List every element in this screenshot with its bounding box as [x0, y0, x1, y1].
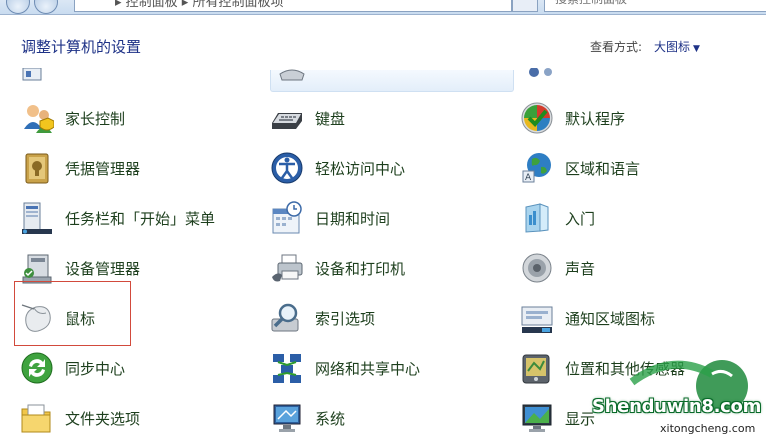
address-bar[interactable]: ▸ 控制面板 ▸ 所有控制面板项 — [74, 0, 512, 12]
item-label: 家长控制 — [65, 110, 126, 128]
item-label: 键盘 — [315, 110, 346, 128]
getting-started-icon — [525, 203, 549, 233]
cp-item-taskbar-start-menu[interactable]: 任务栏和「开始」菜单 — [20, 198, 256, 238]
item-label: 凭据管理器 — [65, 160, 141, 178]
watermark-text: Shenduwin8.com — [592, 396, 762, 417]
navigation-bar: ▸ 控制面板 ▸ 所有控制面板项 — [0, 0, 766, 15]
view-by-dropdown[interactable]: 大图标 ▼ — [654, 38, 700, 55]
cp-item-parental-controls[interactable]: 家长控制 — [20, 98, 256, 138]
device-manager-icon — [22, 254, 52, 284]
item-label: 网络和共享中心 — [315, 360, 421, 378]
indexing-magnifier-icon — [271, 303, 299, 332]
cp-item-keyboard[interactable]: 键盘 — [270, 98, 506, 138]
svg-text:A: A — [525, 173, 532, 183]
watermark: Shenduwin8.com xitongcheng.com — [582, 352, 766, 439]
location-sensor-icon — [522, 354, 550, 384]
item-label: 声音 — [565, 260, 596, 278]
item-label: 入门 — [565, 210, 596, 228]
cp-item-sync-center[interactable]: 同步中心 — [20, 348, 256, 388]
breadcrumb: ▸ 控制面板 ▸ 所有控制面板项 — [115, 0, 284, 10]
item-label: 同步中心 — [65, 360, 126, 378]
address-dropdown-button[interactable] — [512, 0, 538, 12]
watermark-subtext: xitongcheng.com — [660, 422, 756, 435]
cp-item-notification-area-icons[interactable]: 通知区域图标 — [520, 298, 756, 338]
cp-item-credential-manager[interactable]: 凭据管理器 — [20, 148, 256, 188]
notification-area-icon — [521, 306, 553, 333]
item-label: 任务栏和「开始」菜单 — [65, 210, 216, 228]
item-label: 系统 — [315, 410, 346, 428]
item-label: 文件夹选项 — [65, 410, 141, 428]
item-label: 默认程序 — [565, 110, 626, 128]
default-programs-icon — [521, 102, 553, 134]
search-box[interactable] — [544, 0, 766, 12]
keyboard-icon — [272, 113, 302, 129]
forward-button[interactable] — [34, 0, 58, 14]
item-label: 设备管理器 — [65, 260, 141, 278]
hover-highlight — [270, 70, 514, 92]
item-label: 通知区域图标 — [565, 310, 656, 328]
view-by-value: 大图标 — [654, 40, 691, 54]
item-label: 日期和时间 — [315, 210, 391, 228]
item-label: 设备和打印机 — [315, 260, 406, 278]
calendar-clock-icon — [272, 201, 302, 234]
cp-item-network-sharing-center[interactable]: 网络和共享中心 — [270, 348, 506, 388]
display-icon — [522, 404, 552, 432]
item-label: 索引选项 — [315, 310, 376, 328]
taskbar-icon — [22, 202, 52, 234]
partial-row-icon — [529, 68, 552, 77]
ease-of-access-icon — [271, 152, 303, 184]
speaker-icon — [522, 253, 552, 283]
network-icon — [273, 354, 301, 383]
system-icon — [273, 404, 301, 432]
partial-row-icon — [279, 69, 305, 81]
page-title: 调整计算机的设置 — [21, 38, 142, 56]
caret-down-icon: ▼ — [693, 44, 700, 54]
cp-item-default-programs[interactable]: 默认程序 — [520, 98, 756, 138]
highlight-box — [14, 281, 131, 346]
item-label: 区域和语言 — [565, 160, 641, 178]
cp-item-system[interactable]: 系统 — [270, 398, 506, 438]
cp-item-ease-of-access[interactable]: 轻松访问中心 — [270, 148, 506, 188]
search-input[interactable] — [553, 0, 766, 7]
printer-icon — [272, 254, 303, 282]
cp-item-getting-started[interactable]: 入门 — [520, 198, 756, 238]
cp-item-date-time[interactable]: 日期和时间 — [270, 198, 506, 238]
cp-item-indexing-options[interactable]: 索引选项 — [270, 298, 506, 338]
cp-item-devices-printers[interactable]: 设备和打印机 — [270, 248, 506, 288]
globe-icon: A — [522, 153, 551, 183]
sync-icon — [21, 352, 53, 384]
folder-options-icon — [21, 404, 51, 433]
cp-item-region-language[interactable]: A 区域和语言 — [520, 148, 756, 188]
item-label: 轻松访问中心 — [315, 160, 406, 178]
cp-item-folder-options[interactable]: 文件夹选项 — [20, 398, 256, 438]
view-by-label: 查看方式: — [590, 40, 643, 54]
partial-row-icon — [22, 68, 42, 81]
credential-manager-icon — [25, 153, 49, 184]
parental-controls-icon — [24, 105, 54, 133]
back-button[interactable] — [6, 0, 30, 14]
cp-item-sound[interactable]: 声音 — [520, 248, 756, 288]
